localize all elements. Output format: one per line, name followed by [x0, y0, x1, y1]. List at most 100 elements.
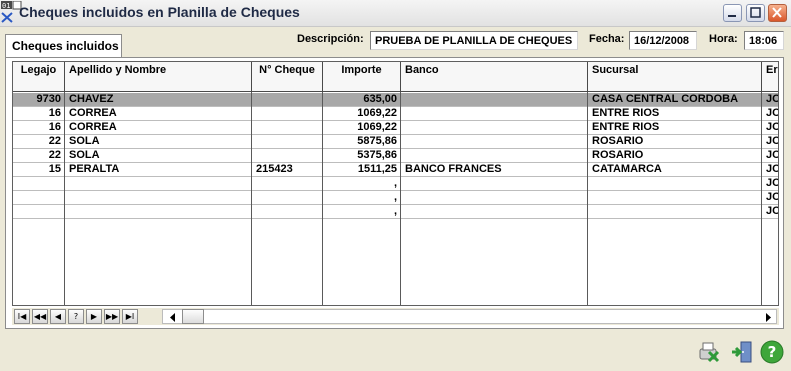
table-row[interactable]: , JO: [13, 191, 778, 205]
cell-importe: 1069,22: [357, 107, 397, 119]
cell-legajo: 16: [48, 107, 61, 119]
scrollbar-thumb[interactable]: [182, 309, 204, 324]
table-row[interactable]: 22 SOLA 5875,86 ROSARIO JO: [13, 135, 778, 149]
cell-extra: JO: [766, 163, 778, 175]
cell-banco: [401, 149, 588, 162]
cell-banco: [401, 205, 588, 218]
next-record-button[interactable]: ▶: [86, 309, 102, 324]
column-header-apellido-nombre[interactable]: Apellido y Nombre: [65, 62, 252, 92]
column-header-sucursal[interactable]: Sucursal: [588, 62, 762, 92]
cell-sucursal: ROSARIO: [592, 149, 644, 161]
cell-legajo: 22: [48, 135, 61, 147]
cell-nombre: CORREA: [69, 121, 117, 133]
minimize-icon: [728, 15, 736, 17]
search-button[interactable]: ?: [68, 309, 84, 324]
cell-legajo: [13, 191, 65, 204]
column-header-er[interactable]: Er: [762, 62, 778, 92]
previous-page-button[interactable]: ◀◀: [32, 309, 48, 324]
cell-banco: [401, 93, 588, 106]
column-divider: [64, 92, 65, 305]
cell-sucursal: ENTRE RIOS: [592, 121, 660, 133]
cell-extra: JO: [766, 107, 778, 119]
cell-nombre: PERALTA: [69, 163, 120, 175]
cell-cheque: [252, 135, 323, 148]
cell-sucursal: [588, 177, 762, 190]
maximize-icon: [750, 7, 761, 18]
horizontal-scrollbar[interactable]: [162, 309, 777, 324]
exit-door-icon[interactable]: [730, 340, 754, 364]
cell-sucursal: ROSARIO: [592, 135, 644, 147]
cell-nombre: CORREA: [69, 107, 117, 119]
table-row[interactable]: , JO: [13, 177, 778, 191]
column-header-banco[interactable]: Banco: [401, 62, 588, 92]
cell-nombre: [65, 177, 252, 190]
cell-importe: 1069,22: [357, 121, 397, 133]
cell-extra: JO: [766, 135, 778, 147]
close-button[interactable]: [768, 4, 787, 22]
table-row[interactable]: 15 PERALTA 215423 1511,25 BANCO FRANCES …: [13, 163, 778, 177]
column-header-importe[interactable]: Importe: [323, 62, 401, 92]
tab-cheques-incluidos[interactable]: Cheques incluidos: [5, 34, 122, 58]
cell-legajo: 9730: [36, 93, 61, 105]
cell-cheque: [252, 93, 323, 106]
maximize-button[interactable]: [746, 4, 765, 22]
cell-legajo: 22: [48, 149, 61, 161]
cell-banco: BANCO FRANCES: [405, 163, 502, 175]
help-icon[interactable]: ?: [760, 340, 784, 364]
record-navigator: I◀ ◀◀ ◀ ? ▶ ▶▶ ▶I: [12, 308, 779, 325]
cell-cheque: [252, 191, 323, 204]
fecha-field[interactable]: 16/12/2008: [629, 31, 697, 50]
scroll-right-icon[interactable]: [760, 310, 776, 325]
cell-sucursal: [588, 191, 762, 204]
table-row[interactable]: , JO: [13, 205, 778, 219]
fecha-label: Fecha:: [589, 33, 625, 45]
cell-sucursal: ENTRE RIOS: [592, 107, 660, 119]
cell-importe: ,: [393, 177, 397, 189]
cell-extra: JO: [766, 177, 778, 189]
table-row-selected[interactable]: 9730 CHAVEZ 635,00 CASA CENTRAL CORDOBA …: [13, 93, 778, 107]
cell-importe: 5875,86: [357, 135, 397, 147]
cell-importe: ,: [393, 191, 397, 203]
cheques-grid[interactable]: Legajo Apellido y Nombre N° Cheque Impor…: [12, 61, 779, 306]
descripcion-label: Descripción:: [297, 33, 364, 45]
previous-record-button[interactable]: ◀: [50, 309, 66, 324]
cell-legajo: [13, 205, 65, 218]
cell-sucursal: CATAMARCA: [592, 163, 662, 175]
first-record-button[interactable]: I◀: [14, 309, 30, 324]
title-bar: 01 Cheques incluidos en Planilla de Cheq…: [0, 0, 791, 27]
cell-extra: JO: [766, 149, 778, 161]
last-record-button[interactable]: ▶I: [122, 309, 138, 324]
column-divider: [322, 92, 323, 305]
cell-nombre: CHAVEZ: [69, 93, 114, 105]
next-page-button[interactable]: ▶▶: [104, 309, 120, 324]
table-row[interactable]: 16 CORREA 1069,22 ENTRE RIOS JO: [13, 121, 778, 135]
close-icon: [772, 7, 782, 18]
cell-nombre: SOLA: [69, 149, 100, 161]
svg-text:?: ?: [768, 343, 777, 361]
column-header-nro-cheque[interactable]: N° Cheque: [252, 62, 323, 92]
cell-nombre: [65, 191, 252, 204]
cell-nombre: SOLA: [69, 135, 100, 147]
cell-sucursal: CASA CENTRAL CORDOBA: [592, 93, 739, 105]
cell-legajo: 15: [48, 163, 61, 175]
cell-extra: JO: [766, 121, 778, 133]
table-row[interactable]: 16 CORREA 1069,22 ENTRE RIOS JO: [13, 107, 778, 121]
cell-cheque: [252, 149, 323, 162]
descripcion-field[interactable]: PRUEBA DE PLANILLA DE CHEQUES: [370, 31, 578, 50]
table-row[interactable]: 22 SOLA 5375,86 ROSARIO JO: [13, 149, 778, 163]
cell-banco: [401, 191, 588, 204]
cell-importe: 1511,25: [357, 163, 397, 175]
column-divider: [251, 92, 252, 305]
cell-cheque: 215423: [256, 163, 293, 175]
hora-label: Hora:: [709, 33, 738, 45]
print-export-icon[interactable]: [697, 340, 721, 364]
cell-cheque: [252, 205, 323, 218]
cell-importe: 5375,86: [357, 149, 397, 161]
cell-banco: [401, 107, 588, 120]
scroll-left-icon[interactable]: [165, 310, 181, 325]
hora-field[interactable]: 18:06: [744, 31, 784, 50]
minimize-button[interactable]: [723, 4, 742, 22]
cell-extra: JO: [766, 205, 778, 217]
column-header-legajo[interactable]: Legajo: [13, 62, 65, 92]
cell-legajo: 16: [48, 121, 61, 133]
